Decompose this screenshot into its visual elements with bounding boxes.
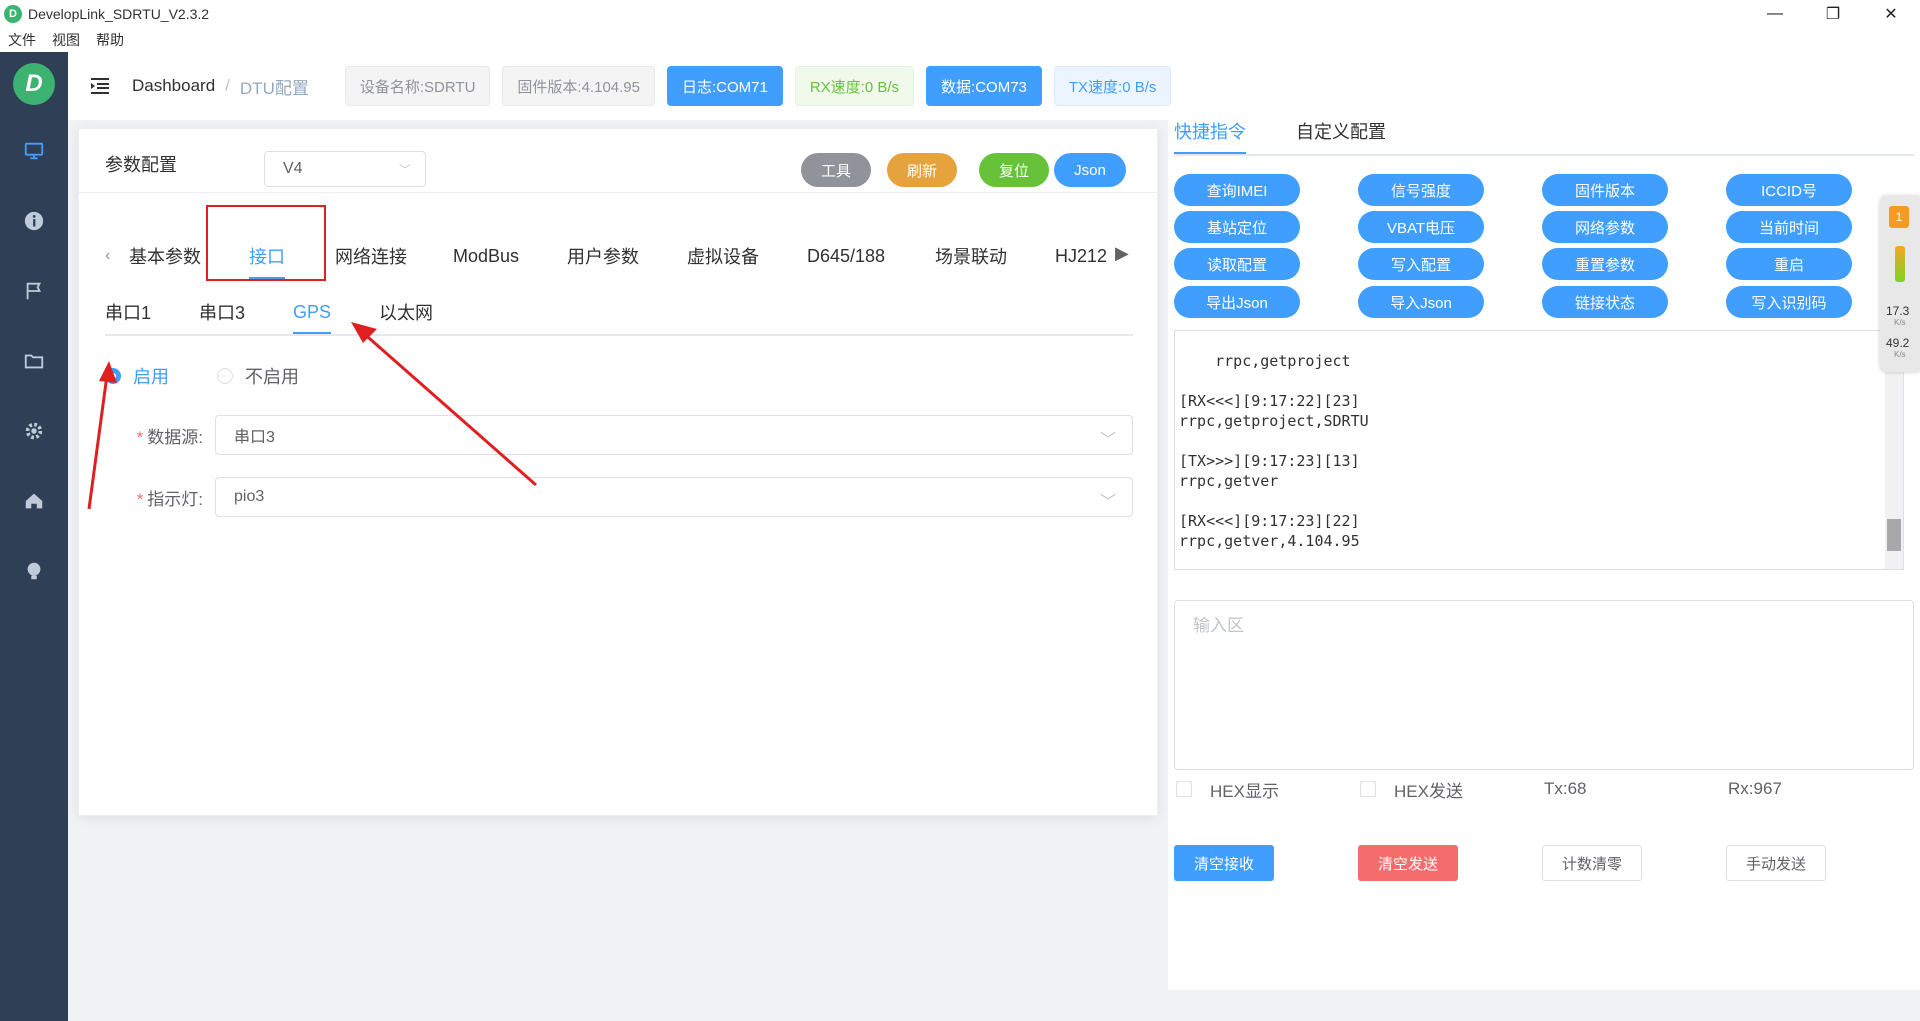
app-logo-icon: D [4,5,22,23]
menu-help[interactable]: 帮助 [88,30,132,50]
hex-display-label[interactable]: HEX显示 [1210,777,1279,802]
sidebar-item-settings[interactable] [0,396,68,466]
hex-send-checkbox[interactable] [1360,781,1376,797]
input-area[interactable]: 输入区 [1174,600,1914,770]
menu-fold-icon[interactable] [88,74,112,98]
speed-widget[interactable]: 1 17.3 K/s 49.2 K/s [1880,196,1920,372]
rx-count: Rx:967 [1728,779,1782,798]
restore-button[interactable]: ❐ [1804,0,1862,28]
breadcrumb-separator: / [225,76,230,95]
sidebar-item-info[interactable] [0,186,68,256]
command-button[interactable]: 导入Json [1358,286,1484,318]
config-card: 参数配置 V4 ﹀ 工具 刷新 复位 Json ‹ 基本参数 接口 网络连接 M… [78,128,1158,816]
breadcrumb-home[interactable]: Dashboard [132,76,215,96]
command-button[interactable]: 基站定位 [1174,211,1300,243]
command-button[interactable]: 重置参数 [1542,248,1668,280]
tx-count: Tx:68 [1544,779,1587,798]
hex-send-row: HEX发送 [1360,776,1463,802]
command-button[interactable]: 读取配置 [1174,248,1300,280]
upload-unit: K/s [1894,318,1906,327]
command-button[interactable]: 链接状态 [1542,286,1668,318]
command-button[interactable]: 重启 [1726,248,1852,280]
right-tab-indicator [1174,152,1246,154]
home-icon [25,493,43,509]
shield-badge-icon: 1 [1889,206,1909,228]
title-bar: D DevelopLink_SDRTU_V2.3.2 — ❐ ✕ [0,0,1920,28]
menu-bar: 文件 视图 帮助 [0,28,1920,52]
right-tabs: 快捷指令 自定义配置 [1174,110,1914,156]
command-button[interactable]: ICCID号 [1726,174,1852,206]
close-button[interactable]: ✕ [1862,0,1920,28]
scrollbar-thumb[interactable] [1887,519,1901,551]
command-button[interactable]: 写入识别码 [1726,286,1852,318]
command-button[interactable]: 信号强度 [1358,174,1484,206]
upload-speed: 17.3 [1886,304,1910,318]
data-port-button[interactable]: 数据:COM73 [926,66,1042,106]
sidebar-item-flag[interactable] [0,256,68,326]
hex-display-checkbox[interactable] [1176,781,1192,797]
annotation-arrows [87,322,537,510]
command-button[interactable]: 固件版本 [1542,174,1668,206]
hex-send-label[interactable]: HEX发送 [1394,777,1463,802]
gear-icon [25,422,43,440]
console-text: rrpc,getproject [RX<<<][9:17:22][23] rrp… [1179,352,1369,550]
sidebar: D [0,52,68,1021]
firmware-tag: 固件版本:4.104.95 [502,66,655,106]
download-speed: 49.2 [1886,336,1910,350]
log-port-button[interactable]: 日志:COM71 [666,66,783,106]
breadcrumb-current: DTU配置 [239,78,309,98]
sidebar-item-tips[interactable] [0,536,68,606]
monitor-icon [24,142,44,160]
minimize-button[interactable]: — [1746,0,1804,28]
logo-icon: D [13,63,55,105]
sidebar-item-monitor[interactable] [0,116,68,186]
download-unit: K/s [1894,350,1906,359]
device-name-tag: 设备名称:SDRTU [344,66,491,106]
manual-send-button[interactable]: 手动发送 [1726,845,1826,881]
command-button[interactable]: 导出Json [1174,286,1300,318]
hex-display-row: HEX显示 [1176,776,1279,802]
right-panel: 快捷指令 自定义配置 查询IMEI 信号强度 固件版本 ICCID号基站定位 VBAT电… [1168,110,1920,990]
breadcrumb: Dashboard / DTU配置 [132,74,309,99]
level-bar [1895,246,1905,282]
rx-speed-tag: RX速度:0 B/s [794,66,915,106]
command-button[interactable]: 当前时间 [1726,211,1852,243]
tab-custom-config[interactable]: 自定义配置 [1296,110,1386,152]
sidebar-item-folder[interactable] [0,326,68,396]
tx-speed-tag: TX速度:0 B/s [1053,66,1172,106]
command-button[interactable]: 网络参数 [1542,211,1668,243]
sidebar-logo[interactable]: D [0,52,68,116]
info-icon [24,211,44,231]
clear-receive-button[interactable]: 清空接收 [1174,845,1274,881]
flag-icon [26,282,41,300]
console-output: rrpc,getproject [RX<<<][9:17:22][23] rrp… [1174,330,1904,570]
sidebar-item-home[interactable] [0,466,68,536]
clear-send-button[interactable]: 清空发送 [1358,845,1458,881]
menu-file[interactable]: 文件 [0,30,44,50]
folder-icon [24,354,44,369]
lightbulb-icon [27,562,41,580]
command-button[interactable]: 写入配置 [1358,248,1484,280]
tab-quick-commands[interactable]: 快捷指令 [1174,110,1246,152]
window-title: DevelopLink_SDRTU_V2.3.2 [28,6,210,22]
reset-count-button[interactable]: 计数清零 [1542,845,1642,881]
command-button[interactable]: 查询IMEI [1174,174,1300,206]
command-button[interactable]: VBAT电压 [1358,211,1484,243]
menu-view[interactable]: 视图 [44,30,88,50]
